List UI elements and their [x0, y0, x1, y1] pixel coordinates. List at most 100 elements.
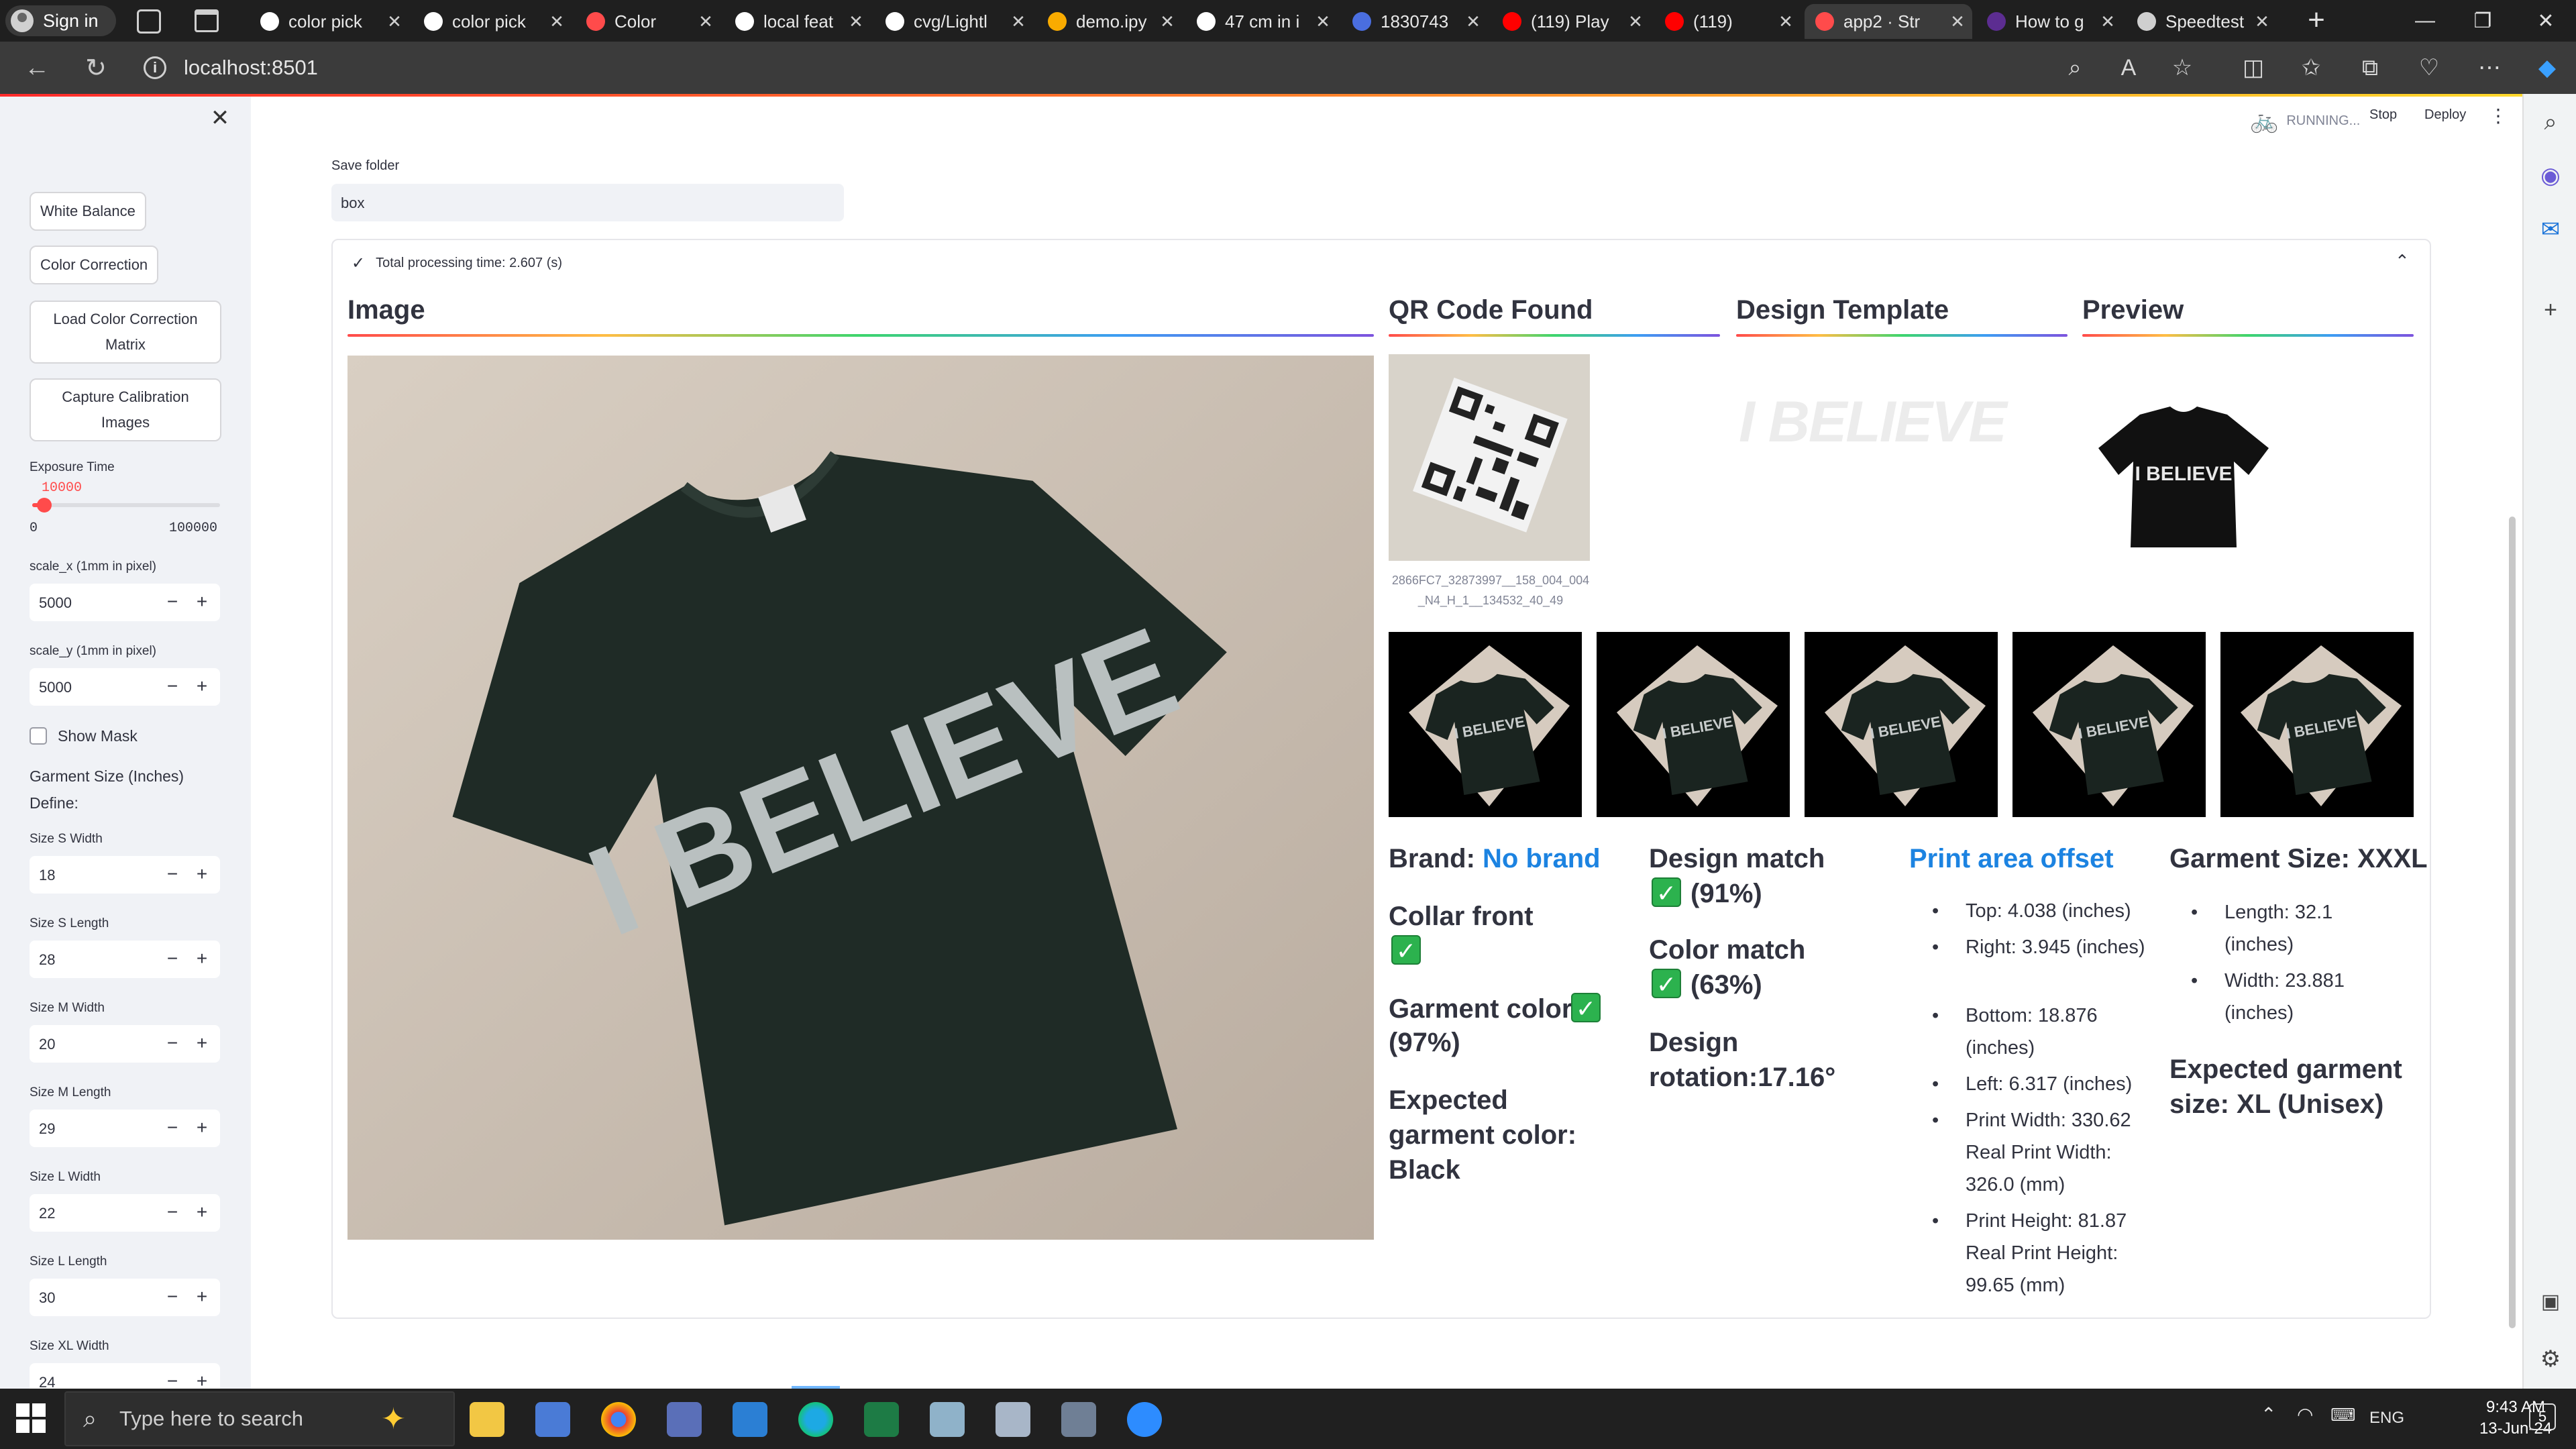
size-field-input[interactable]: 18 − +	[30, 856, 220, 894]
page-scrollbar[interactable]	[2509, 517, 2516, 1328]
expander-header[interactable]: ✓ Total processing time: 2.607 (s)	[352, 254, 562, 273]
increment-button[interactable]: +	[191, 1201, 213, 1224]
decrement-button[interactable]: −	[161, 1032, 184, 1055]
increment-button[interactable]: +	[191, 590, 213, 613]
read-aloud-icon[interactable]: A	[2112, 51, 2145, 85]
save-folder-input[interactable]: box	[331, 184, 844, 221]
search-icon[interactable]: ⌕	[2537, 109, 2564, 136]
close-sidebar-icon[interactable]: ✕	[208, 105, 232, 131]
collections-icon[interactable]: ⧉	[2353, 51, 2387, 85]
size-field-input[interactable]: 29 − +	[30, 1110, 220, 1147]
notepad-icon[interactable]	[930, 1402, 965, 1437]
browser-tab[interactable]: (119) ✕	[1654, 4, 1801, 39]
zoom-icon[interactable]: ⌕	[2058, 51, 2092, 85]
increment-button[interactable]: +	[191, 1285, 213, 1308]
browser-essentials-icon[interactable]: ♡	[2412, 51, 2446, 85]
close-window-button[interactable]: ✕	[2509, 0, 2576, 42]
favorites-icon[interactable]: ✩	[2294, 51, 2328, 85]
favorite-star-icon[interactable]: ☆	[2165, 51, 2199, 85]
stop-button[interactable]: Stop	[2369, 107, 2397, 123]
increment-button[interactable]: +	[191, 675, 213, 698]
site-info-icon[interactable]: i	[144, 56, 166, 79]
store-icon[interactable]	[535, 1402, 570, 1437]
edge-icon[interactable]	[798, 1402, 833, 1437]
capture-calibration-button[interactable]: Capture Calibration Images	[30, 378, 221, 441]
show-mask-checkbox[interactable]	[30, 727, 47, 745]
split-screen-icon[interactable]: ◫	[2237, 51, 2270, 85]
copilot-icon[interactable]: ◆	[2530, 51, 2564, 85]
increment-button[interactable]: +	[191, 1032, 213, 1055]
refresh-icon[interactable]: ↻	[79, 51, 113, 85]
browser-tab[interactable]: local feat ✕	[724, 4, 871, 39]
decrement-button[interactable]: −	[161, 863, 184, 885]
close-tab-icon[interactable]: ✕	[1308, 11, 1338, 32]
scale-y-input[interactable]: 5000 − +	[30, 668, 220, 706]
main-menu-icon[interactable]: ⋮	[2489, 105, 2508, 127]
close-tab-icon[interactable]: ✕	[2093, 11, 2123, 32]
browser-tab[interactable]: cvg/Lightl ✕	[875, 4, 1033, 39]
close-tab-icon[interactable]: ✕	[1621, 11, 1650, 32]
new-tab-button[interactable]: +	[2301, 5, 2332, 36]
close-tab-icon[interactable]: ✕	[1943, 11, 1972, 32]
decrement-button[interactable]: −	[161, 947, 184, 970]
close-tab-icon[interactable]: ✕	[1771, 11, 1801, 32]
exposure-slider-track[interactable]	[32, 503, 220, 507]
profile-button[interactable]: Sign in	[5, 5, 116, 36]
screenshot-icon[interactable]: ▣	[2537, 1288, 2564, 1315]
white-balance-button[interactable]: White Balance	[30, 192, 146, 231]
chrome-icon[interactable]	[601, 1402, 636, 1437]
browser-tab[interactable]: (119) Play ✕	[1492, 4, 1650, 39]
close-tab-icon[interactable]: ✕	[1152, 11, 1182, 32]
outlook-icon[interactable]: ✉	[2537, 216, 2564, 243]
back-arrow-icon[interactable]: ←	[20, 51, 54, 85]
browser-tab[interactable]: 1830743 ✕	[1342, 4, 1488, 39]
decrement-button[interactable]: −	[161, 1116, 184, 1139]
notification-badge[interactable]: 5	[2529, 1403, 2556, 1430]
settings-gear-icon[interactable]: ⚙	[2537, 1346, 2564, 1373]
increment-button[interactable]: +	[191, 863, 213, 885]
scale-x-input[interactable]: 5000 − +	[30, 584, 220, 621]
workspaces-icon[interactable]	[137, 9, 161, 34]
wifi-icon[interactable]: ◠	[2297, 1403, 2313, 1426]
zoom-app-icon[interactable]	[1127, 1402, 1162, 1437]
add-panel-icon[interactable]: +	[2537, 297, 2564, 323]
size-field-input[interactable]: 28 − +	[30, 941, 220, 978]
close-tab-icon[interactable]: ✕	[841, 11, 871, 32]
calculator-icon[interactable]	[1061, 1402, 1096, 1437]
browser-tab[interactable]: color pick ✕	[413, 4, 572, 39]
url-field[interactable]: i localhost:8501	[144, 48, 2089, 87]
taskbar-search[interactable]: ⌕ Type here to search ✦	[64, 1391, 455, 1446]
size-field-input[interactable]: 20 − +	[30, 1025, 220, 1063]
paint-icon[interactable]	[996, 1402, 1030, 1437]
excel-icon[interactable]	[864, 1402, 899, 1437]
increment-button[interactable]: +	[191, 947, 213, 970]
size-field-input[interactable]: 30 − +	[30, 1279, 220, 1316]
close-tab-icon[interactable]: ✕	[1004, 11, 1033, 32]
more-menu-icon[interactable]: ⋯	[2473, 51, 2506, 85]
decrement-button[interactable]: −	[161, 590, 184, 613]
size-field-input[interactable]: 22 − +	[30, 1194, 220, 1232]
browser-tab[interactable]: Speedtest ✕	[2127, 4, 2277, 39]
browser-tab[interactable]: demo.ipy ✕	[1037, 4, 1182, 39]
browser-tab[interactable]: How to g ✕	[1976, 4, 2123, 39]
browser-tab[interactable]: color pick ✕	[250, 4, 409, 39]
close-tab-icon[interactable]: ✕	[691, 11, 720, 32]
tab-actions-icon[interactable]	[195, 9, 219, 32]
load-ccm-button[interactable]: Load Color Correction Matrix	[30, 301, 221, 364]
copilot-side-icon[interactable]: ◉	[2537, 162, 2564, 189]
close-tab-icon[interactable]: ✕	[380, 11, 409, 32]
chevron-up-icon[interactable]: ⌃	[2261, 1403, 2276, 1426]
close-tab-icon[interactable]: ✕	[1458, 11, 1488, 32]
browser-tab[interactable]: app2 · Str ✕	[1805, 4, 1972, 39]
keyboard-icon[interactable]: ⌨	[2330, 1405, 2356, 1426]
browser-tab[interactable]: 47 cm in i ✕	[1186, 4, 1338, 39]
language-indicator[interactable]: ENG	[2369, 1409, 2404, 1428]
windows-start-icon[interactable]	[16, 1403, 46, 1433]
decrement-button[interactable]: −	[161, 675, 184, 698]
chevron-up-icon[interactable]: ⌃	[2395, 251, 2410, 272]
close-tab-icon[interactable]: ✕	[2247, 11, 2277, 32]
deploy-button[interactable]: Deploy	[2424, 107, 2466, 123]
vscode-icon[interactable]	[733, 1402, 767, 1437]
decrement-button[interactable]: −	[161, 1285, 184, 1308]
decrement-button[interactable]: −	[161, 1201, 184, 1224]
